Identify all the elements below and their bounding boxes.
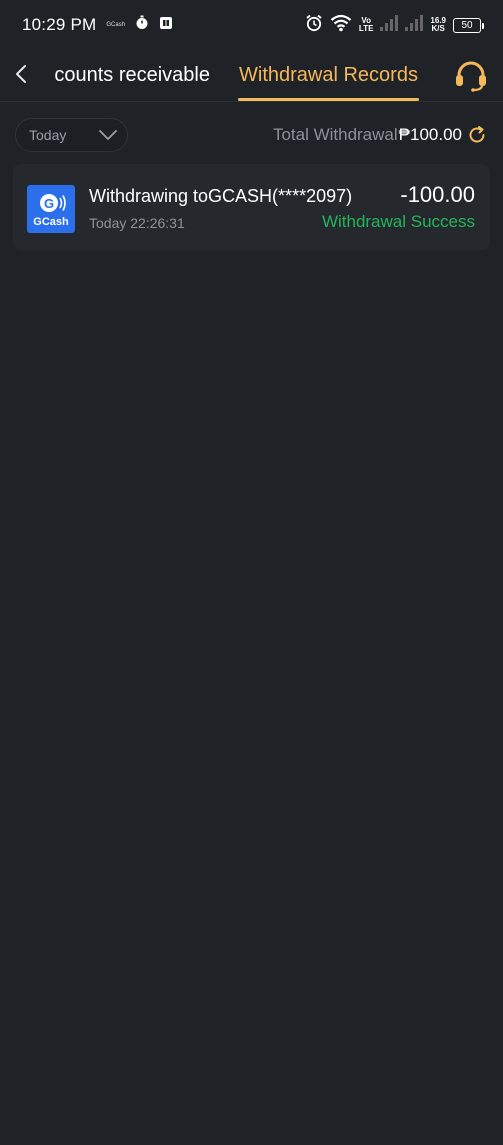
signal-icon-1 [380, 14, 399, 36]
tab-strip: counts receivable Withdrawal Records [40, 50, 440, 102]
network-speed: 16.9 K/S [430, 17, 446, 33]
battery-indicator: 50 [453, 17, 484, 33]
gcash-g-icon: G [40, 194, 66, 212]
app-notification-icon [159, 16, 173, 35]
alarm-icon [305, 14, 323, 37]
tab-withdrawal-records[interactable]: Withdrawal Records [239, 50, 418, 102]
filter-row: Today Total Withdrawal ₱100.00 [0, 102, 503, 168]
record-amount: -100.00 [400, 182, 475, 207]
gcash-notification-icon: GCash [106, 22, 126, 28]
signal-icon-2 [405, 14, 424, 36]
tab-accounts-receivable[interactable]: counts receivable [54, 50, 210, 102]
wifi-icon [330, 14, 352, 37]
headset-icon [456, 61, 486, 92]
svg-text:G: G [44, 196, 54, 211]
date-range-dropdown[interactable]: Today [15, 118, 128, 152]
record-time: Today 22:26:31 [89, 215, 185, 231]
header: counts receivable Withdrawal Records [0, 50, 503, 102]
record-status: Withdrawal Success [321, 212, 475, 231]
total-withdrawal-label: Total Withdrawal [272, 125, 398, 144]
status-bar-left: 10:29 PM GCash [22, 15, 173, 35]
volte-indicator: Vo LTE [359, 17, 374, 33]
date-range-value: Today [29, 127, 67, 143]
record-title: Withdrawing toGCASH(****2097) [89, 186, 353, 206]
back-chevron-icon [16, 65, 26, 83]
withdrawal-record-item[interactable]: G GCash Withdrawing toGCASH(****2097) To… [13, 164, 490, 250]
status-bar-right: Vo LTE 16.9 K/S 50 [305, 14, 484, 37]
back-button[interactable] [8, 60, 34, 88]
active-tab-indicator [238, 98, 419, 101]
customer-support-button[interactable] [453, 58, 489, 94]
gcash-logo-text: GCash [33, 216, 69, 228]
chevron-down-icon [99, 130, 117, 140]
status-time: 10:29 PM [22, 15, 97, 34]
volte-line2: LTE [358, 24, 374, 33]
refresh-icon[interactable] [467, 125, 487, 145]
status-bar: 10:29 PM GCash Vo LTE 16.9 K/S 50 [0, 0, 503, 50]
gcash-logo: G GCash [27, 185, 75, 233]
total-withdrawal-amount: ₱100.00 [398, 125, 462, 144]
network-speed-unit: K/S [431, 24, 445, 33]
total-withdrawal: Total Withdrawal ₱100.00 [273, 122, 487, 148]
timer-icon [135, 15, 149, 35]
